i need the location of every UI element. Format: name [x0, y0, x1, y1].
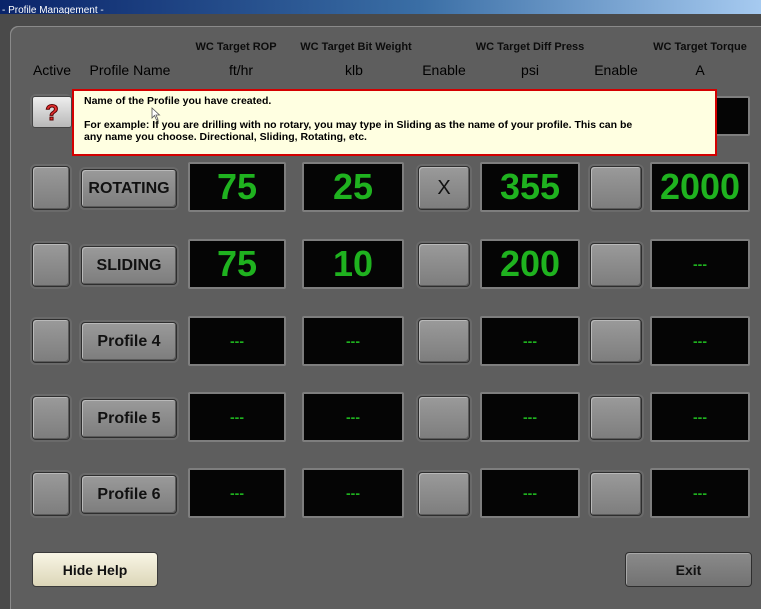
torque-display[interactable]: --- — [650, 468, 750, 518]
diff-press-display[interactable]: --- — [480, 316, 580, 366]
diff-press-display[interactable]: 355 — [480, 162, 580, 212]
header-enable-2: Enable — [594, 62, 638, 78]
header-wc-bit-weight: WC Target Bit Weight — [300, 41, 412, 53]
active-toggle[interactable] — [32, 243, 70, 287]
header-profile-name: Profile Name — [89, 62, 171, 78]
tooltip-line-2: For example: If you are drilling with no… — [84, 119, 633, 131]
diff-press-display[interactable]: --- — [480, 468, 580, 518]
rop-display[interactable]: --- — [188, 468, 286, 518]
profile-name-button[interactable]: Profile 5 — [81, 399, 177, 438]
diff-press-display[interactable]: --- — [480, 392, 580, 442]
bit-weight-display[interactable]: --- — [302, 468, 404, 518]
hide-help-button[interactable]: Hide Help — [32, 552, 158, 587]
active-toggle[interactable] — [32, 396, 70, 440]
bit-weight-display[interactable]: 10 — [302, 239, 404, 289]
header-wc-rop: WC Target ROP — [195, 41, 277, 53]
profile-name-button[interactable]: SLIDING — [81, 246, 177, 285]
bit-weight-display[interactable]: --- — [302, 392, 404, 442]
torque-display[interactable]: --- — [650, 392, 750, 442]
torque-enable-toggle[interactable] — [590, 166, 642, 210]
torque-enable-toggle[interactable] — [590, 396, 642, 440]
rop-display[interactable]: 75 — [188, 239, 286, 289]
profile-name-button[interactable]: ROTATING — [81, 169, 177, 208]
question-mark-icon: ? — [45, 100, 59, 124]
diff-press-enable-toggle[interactable] — [418, 243, 470, 287]
torque-display[interactable]: 2000 — [650, 162, 750, 212]
header-amps: A — [695, 62, 705, 78]
header-enable-1: Enable — [422, 62, 466, 78]
help-tooltip: Name of the Profile you have created. Fo… — [72, 89, 717, 156]
mouse-cursor-icon — [151, 107, 161, 121]
help-button[interactable]: ? — [32, 96, 72, 128]
tooltip-line-3: any name you choose. Directional, Slidin… — [84, 131, 367, 143]
rop-display[interactable]: --- — [188, 392, 286, 442]
header-psi: psi — [521, 62, 539, 78]
torque-enable-toggle[interactable] — [590, 472, 642, 516]
header-wc-torque: WC Target Torque — [653, 41, 747, 53]
rop-display[interactable]: --- — [188, 316, 286, 366]
torque-display[interactable]: --- — [650, 239, 750, 289]
profile-name-button[interactable]: Profile 6 — [81, 475, 177, 514]
profile-name-button[interactable]: Profile 4 — [81, 322, 177, 361]
active-toggle[interactable] — [32, 472, 70, 516]
torque-enable-toggle[interactable] — [590, 243, 642, 287]
tooltip-line-1: Name of the Profile you have created. — [84, 95, 272, 107]
torque-display[interactable]: --- — [650, 316, 750, 366]
diff-press-enable-toggle[interactable] — [418, 319, 470, 363]
diff-press-display[interactable]: 200 — [480, 239, 580, 289]
diff-press-enable-toggle[interactable] — [418, 472, 470, 516]
bit-weight-display[interactable]: --- — [302, 316, 404, 366]
exit-button[interactable]: Exit — [625, 552, 752, 587]
title-bar: - Profile Management - — [0, 0, 761, 16]
header-ft-hr: ft/hr — [228, 62, 254, 78]
torque-enable-toggle[interactable] — [590, 319, 642, 363]
header-wc-diff-press: WC Target Diff Press — [475, 41, 585, 53]
active-toggle[interactable] — [32, 166, 70, 210]
active-toggle[interactable] — [32, 319, 70, 363]
bit-weight-display[interactable]: 25 — [302, 162, 404, 212]
diff-press-enable-toggle[interactable] — [418, 396, 470, 440]
svg-text:?: ? — [45, 100, 58, 124]
rop-display[interactable]: 75 — [188, 162, 286, 212]
diff-press-enable-toggle[interactable]: X — [418, 166, 470, 210]
header-active: Active — [32, 62, 72, 78]
header-klb: klb — [345, 62, 363, 78]
